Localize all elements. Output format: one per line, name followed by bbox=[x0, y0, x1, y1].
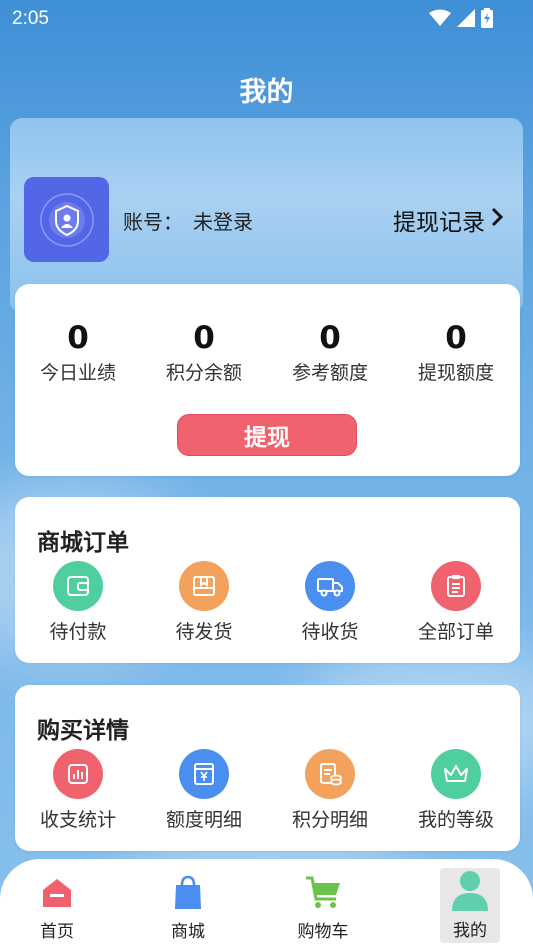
orders-title: 商城订单 bbox=[37, 530, 129, 556]
limit-details[interactable]: 额度明细 bbox=[141, 749, 267, 832]
clipboard-icon bbox=[431, 561, 481, 611]
stat-today-performance: 0 今日业绩 bbox=[15, 320, 141, 385]
status-time: 2:05 bbox=[12, 8, 49, 29]
user-icon bbox=[448, 868, 492, 912]
wallet-icon bbox=[53, 561, 103, 611]
tab-label: 我的 bbox=[453, 921, 487, 941]
tab-label: 首页 bbox=[40, 922, 74, 942]
box-icon bbox=[179, 561, 229, 611]
truck-icon bbox=[305, 561, 355, 611]
stats-icon bbox=[53, 749, 103, 799]
points-icon bbox=[305, 749, 355, 799]
tab-cart[interactable]: 购物车 bbox=[268, 873, 378, 942]
withdraw-record-link[interactable]: 提现记录 bbox=[393, 203, 504, 237]
wifi-icon bbox=[429, 9, 451, 31]
tab-mall[interactable]: 商城 bbox=[133, 873, 243, 942]
purchase-card: 购买详情 收支统计 额度明细 积分明细 我的等级 bbox=[15, 685, 520, 851]
order-pending-receipt[interactable]: 待收货 bbox=[267, 561, 393, 644]
stat-value: 0 bbox=[319, 320, 341, 356]
stat-value: 0 bbox=[445, 320, 467, 356]
stat-value: 0 bbox=[67, 320, 89, 356]
order-pending-shipment[interactable]: 待发货 bbox=[141, 561, 267, 644]
crown-icon bbox=[431, 749, 481, 799]
stat-withdraw-limit: 0 提现额度 bbox=[393, 320, 519, 385]
tab-home[interactable]: 首页 bbox=[2, 873, 112, 942]
page-title: 我的 bbox=[239, 77, 294, 108]
points-details[interactable]: 积分明细 bbox=[267, 749, 393, 832]
tab-label: 商城 bbox=[171, 922, 205, 942]
home-icon bbox=[37, 873, 77, 913]
withdraw-button[interactable]: 提现 bbox=[177, 414, 357, 456]
battery-icon bbox=[481, 8, 493, 32]
grid-label: 全部订单 bbox=[417, 621, 494, 643]
yen-icon bbox=[179, 749, 229, 799]
order-all[interactable]: 全部订单 bbox=[393, 561, 519, 644]
shopping-bag-icon bbox=[168, 873, 208, 913]
account-value: 未登录 bbox=[193, 210, 253, 234]
grid-label: 收支统计 bbox=[39, 809, 116, 831]
my-level[interactable]: 我的等级 bbox=[393, 749, 519, 832]
stat-reference-limit: 0 参考额度 bbox=[267, 320, 393, 385]
grid-label: 待收货 bbox=[301, 621, 359, 643]
stat-label: 积分余额 bbox=[165, 362, 242, 384]
status-icons bbox=[429, 8, 493, 32]
tab-me[interactable]: 我的 bbox=[415, 868, 525, 941]
grid-label: 我的等级 bbox=[417, 809, 494, 831]
status-bar: 2:05 bbox=[0, 0, 533, 36]
stat-label: 提现额度 bbox=[417, 362, 494, 384]
avatar-shield-icon bbox=[39, 192, 94, 247]
grid-label: 额度明细 bbox=[165, 809, 242, 831]
stat-points-balance: 0 积分余额 bbox=[141, 320, 267, 385]
grid-label: 待发货 bbox=[175, 621, 233, 643]
stat-label: 今日业绩 bbox=[39, 362, 116, 384]
income-expense-stats[interactable]: 收支统计 bbox=[15, 749, 141, 832]
stats-card: 0 今日业绩 0 积分余额 0 参考额度 0 提现额度 提现 bbox=[15, 284, 520, 476]
grid-label: 待付款 bbox=[49, 621, 107, 643]
avatar[interactable] bbox=[24, 177, 109, 262]
stat-label: 参考额度 bbox=[291, 362, 368, 384]
order-pending-payment[interactable]: 待付款 bbox=[15, 561, 141, 644]
chevron-right-icon bbox=[491, 207, 504, 233]
withdraw-record-label: 提现记录 bbox=[393, 210, 485, 236]
signal-icon bbox=[457, 9, 475, 31]
orders-card: 商城订单 待付款 待发货 待收货 全部订单 bbox=[15, 497, 520, 663]
account-label: 账号： bbox=[123, 210, 183, 234]
stat-value: 0 bbox=[193, 320, 215, 356]
tab-label: 购物车 bbox=[297, 922, 349, 942]
purchase-title: 购买详情 bbox=[37, 718, 129, 744]
cart-icon bbox=[303, 873, 343, 913]
grid-label: 积分明细 bbox=[291, 809, 368, 831]
